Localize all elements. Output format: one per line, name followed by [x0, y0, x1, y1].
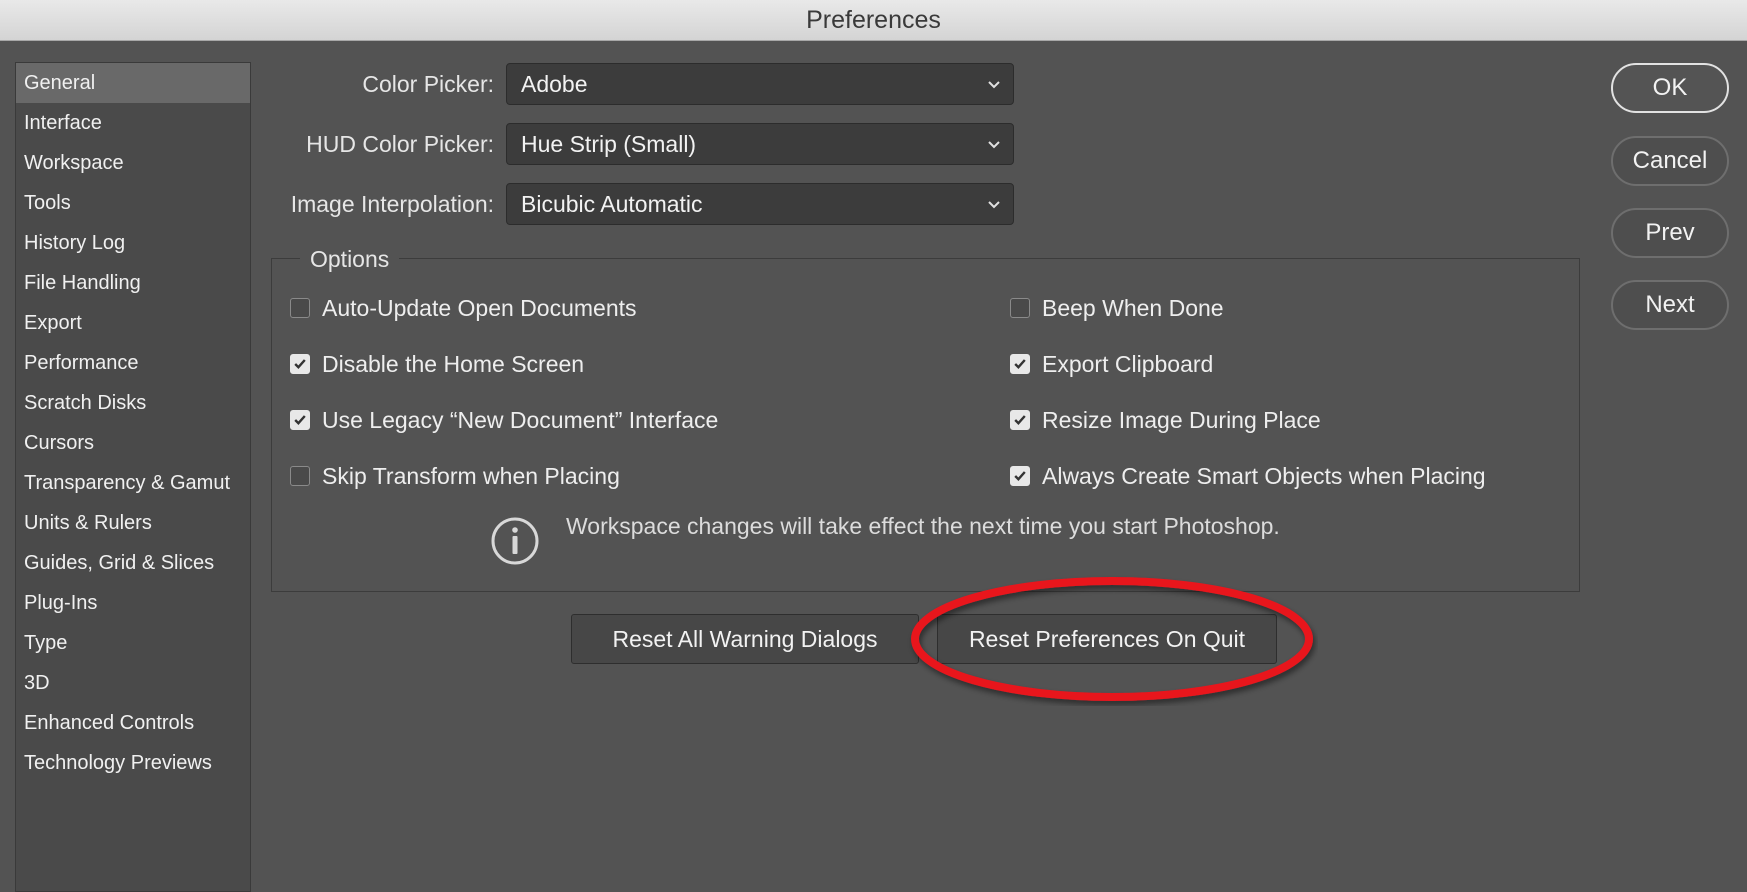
sidebar-item-technology-previews[interactable]: Technology Previews [16, 743, 250, 783]
color-picker-select[interactable]: Adobe [506, 63, 1014, 105]
sidebar-item-interface[interactable]: Interface [16, 103, 250, 143]
option-disable-home-screen[interactable]: Disable the Home Screen [290, 349, 584, 379]
option-label: Always Create Smart Objects when Placing [1042, 462, 1486, 489]
sidebar-item-transparency-gamut[interactable]: Transparency & Gamut [16, 463, 250, 503]
option-beep-when-done[interactable]: Beep When Done [1010, 293, 1224, 323]
sidebar-item-performance[interactable]: Performance [16, 343, 250, 383]
checkmark-icon [294, 415, 306, 425]
sidebar-item-guides-grid-slices[interactable]: Guides, Grid & Slices [16, 543, 250, 583]
sidebar-item-file-handling[interactable]: File Handling [16, 263, 250, 303]
image-interpolation-select[interactable]: Bicubic Automatic [506, 183, 1014, 225]
option-label: Beep When Done [1042, 294, 1224, 321]
hud-color-picker-label: HUD Color Picker: [306, 131, 494, 157]
option-label: Export Clipboard [1042, 350, 1214, 377]
chevron-down-icon [988, 201, 1000, 209]
sidebar-item-type[interactable]: Type [16, 623, 250, 663]
option-auto-update-open-documents[interactable]: Auto-Update Open Documents [290, 293, 637, 323]
option-label: Disable the Home Screen [322, 350, 585, 377]
checkbox[interactable] [1010, 410, 1030, 430]
checkmark-icon [294, 359, 306, 369]
ok-button[interactable]: OK [1611, 63, 1729, 113]
checkmark-icon [1014, 359, 1026, 369]
option-label: Resize Image During Place [1042, 406, 1321, 433]
info-message: Workspace changes will take effect the n… [566, 513, 1280, 539]
next-button[interactable]: Next [1611, 280, 1729, 330]
sidebar-item-enhanced-controls[interactable]: Enhanced Controls [16, 703, 250, 743]
checkbox[interactable] [290, 466, 310, 486]
option-use-legacy-new-document[interactable]: Use Legacy “New Document” Interface [290, 405, 718, 435]
checkbox[interactable] [1010, 466, 1030, 486]
reset-all-warning-dialogs-button[interactable]: Reset All Warning Dialogs [571, 614, 919, 664]
sidebar-item-workspace[interactable]: Workspace [16, 143, 250, 183]
sidebar: General Interface Workspace Tools Histor… [15, 62, 251, 892]
option-label: Auto-Update Open Documents [322, 294, 637, 321]
sidebar-item-tools[interactable]: Tools [16, 183, 250, 223]
checkbox[interactable] [290, 354, 310, 374]
prev-button[interactable]: Prev [1611, 208, 1729, 258]
option-export-clipboard[interactable]: Export Clipboard [1010, 349, 1213, 379]
option-skip-transform-when-placing[interactable]: Skip Transform when Placing [290, 461, 620, 491]
sidebar-item-units-rulers[interactable]: Units & Rulers [16, 503, 250, 543]
image-interpolation-value: Bicubic Automatic [521, 191, 703, 217]
option-always-create-smart-objects[interactable]: Always Create Smart Objects when Placing [1010, 461, 1486, 491]
hud-color-picker-select[interactable]: Hue Strip (Small) [506, 123, 1014, 165]
sidebar-item-plug-ins[interactable]: Plug-Ins [16, 583, 250, 623]
option-label: Use Legacy “New Document” Interface [322, 406, 719, 433]
checkbox[interactable] [290, 298, 310, 318]
sidebar-item-scratch-disks[interactable]: Scratch Disks [16, 383, 250, 423]
chevron-down-icon [988, 81, 1000, 89]
color-picker-value: Adobe [521, 71, 588, 97]
checkbox[interactable] [1010, 298, 1030, 318]
options-legend: Options [300, 244, 400, 274]
info-icon [491, 517, 539, 565]
image-interpolation-label: Image Interpolation: [290, 191, 494, 217]
color-picker-label: Color Picker: [362, 71, 494, 97]
sidebar-item-cursors[interactable]: Cursors [16, 423, 250, 463]
hud-color-picker-value: Hue Strip (Small) [521, 131, 697, 157]
checkmark-icon [1014, 415, 1026, 425]
window-title: Preferences [0, 0, 1747, 41]
checkbox[interactable] [290, 410, 310, 430]
checkmark-icon [1014, 471, 1026, 481]
sidebar-item-history-log[interactable]: History Log [16, 223, 250, 263]
chevron-down-icon [988, 141, 1000, 149]
option-label: Skip Transform when Placing [322, 462, 620, 489]
checkbox[interactable] [1010, 354, 1030, 374]
cancel-button[interactable]: Cancel [1611, 136, 1729, 186]
reset-preferences-on-quit-button[interactable]: Reset Preferences On Quit [937, 614, 1277, 664]
option-resize-image-during-place[interactable]: Resize Image During Place [1010, 405, 1321, 435]
sidebar-item-3d[interactable]: 3D [16, 663, 250, 703]
sidebar-item-export[interactable]: Export [16, 303, 250, 343]
sidebar-item-general[interactable]: General [16, 63, 250, 103]
